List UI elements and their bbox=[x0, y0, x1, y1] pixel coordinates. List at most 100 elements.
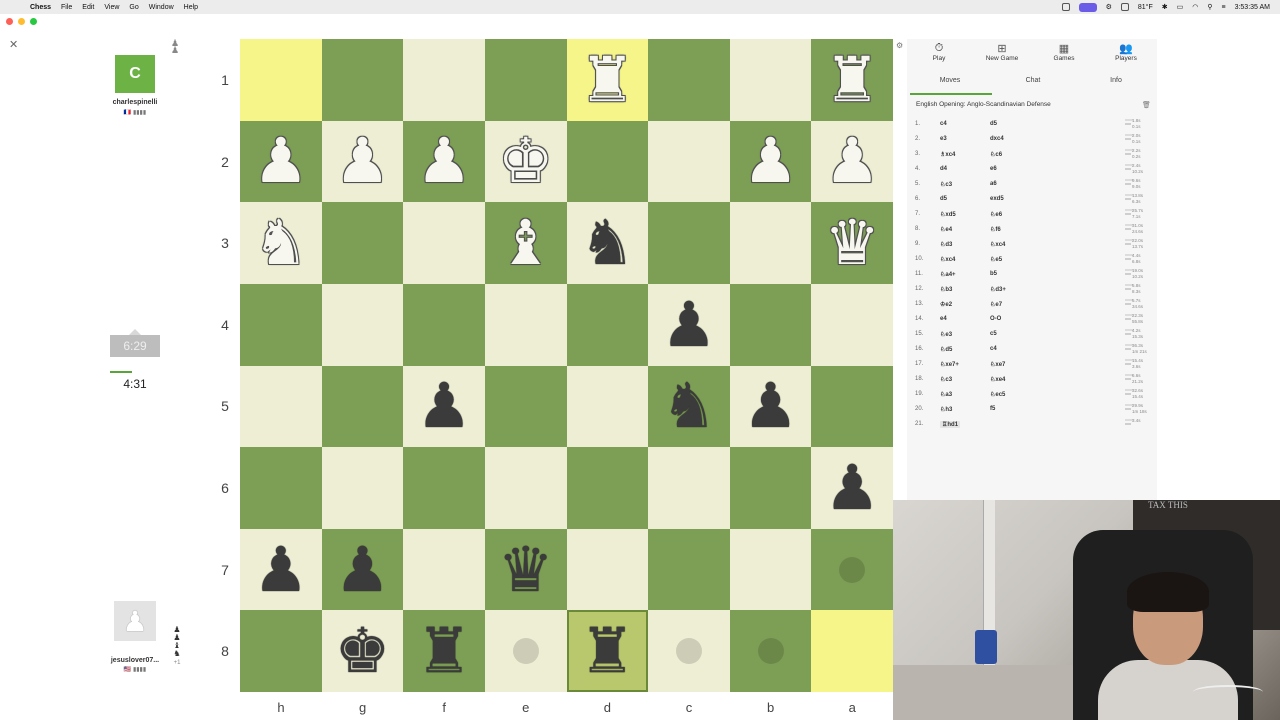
menu-file[interactable]: File bbox=[61, 4, 72, 11]
white-move[interactable]: ♘h3 bbox=[940, 406, 952, 413]
window-minimize-button[interactable] bbox=[18, 18, 25, 25]
board-square[interactable] bbox=[240, 39, 322, 121]
move-row[interactable]: 10. ♘xc4 ♘e5 4.4s 6.8s bbox=[910, 253, 1150, 268]
window-icon[interactable] bbox=[1120, 3, 1129, 11]
board-square[interactable] bbox=[811, 610, 893, 692]
black-move[interactable]: ♘xc4 bbox=[990, 241, 1005, 248]
board-square[interactable] bbox=[648, 447, 730, 529]
tab-info[interactable]: Info bbox=[1076, 77, 1156, 84]
board-square[interactable]: ♟ bbox=[811, 120, 893, 203]
white-move[interactable]: d4 bbox=[940, 166, 947, 172]
chess-piece[interactable]: ♟ bbox=[743, 375, 799, 437]
board-square[interactable] bbox=[811, 365, 893, 448]
chess-piece[interactable]: ♜ bbox=[580, 48, 636, 111]
board-square[interactable] bbox=[648, 39, 730, 121]
board-square[interactable] bbox=[403, 447, 485, 529]
move-row[interactable]: 9. ♘d3 ♘xc4 22.0s 13.7s bbox=[910, 238, 1150, 253]
white-move[interactable]: c4 bbox=[940, 121, 947, 127]
menu-window[interactable]: Window bbox=[149, 4, 174, 11]
chess-piece[interactable]: ♜ bbox=[416, 620, 472, 682]
status-icon[interactable] bbox=[1061, 3, 1070, 11]
board-square[interactable] bbox=[566, 447, 649, 529]
menu-help[interactable]: Help bbox=[184, 4, 198, 11]
white-move[interactable]: ♘d5 bbox=[940, 346, 952, 353]
board-square[interactable]: ♟ bbox=[403, 120, 485, 203]
move-row[interactable]: 20. ♘h3 f5 29.9s 1m 18s bbox=[910, 403, 1150, 418]
chess-piece[interactable]: ♟ bbox=[335, 538, 391, 601]
nav-new-game[interactable]: ⊞ New Game bbox=[972, 42, 1032, 62]
board-square[interactable] bbox=[403, 39, 485, 121]
black-move[interactable]: ♘xe7 bbox=[990, 361, 1005, 368]
white-move[interactable]: d5 bbox=[940, 196, 947, 202]
search-icon[interactable]: ⚲ bbox=[1207, 3, 1212, 11]
board-square[interactable]: ♞ bbox=[240, 202, 322, 284]
move-row[interactable]: 7. ♘xd5 ♘e6 25.7s 7.1s bbox=[910, 208, 1150, 223]
move-row[interactable]: 21. ♖hd1 3.4s bbox=[910, 418, 1150, 433]
chess-piece[interactable]: ♟ bbox=[743, 130, 799, 192]
move-row[interactable]: 3. ♗xc4 ♘c6 2.2s 0.2s bbox=[910, 148, 1150, 163]
move-row[interactable]: 2. e3 dxc4 2.0s 0.1s bbox=[910, 133, 1150, 148]
legal-move-dot[interactable] bbox=[757, 638, 784, 665]
board-square[interactable] bbox=[321, 447, 404, 529]
nav-play[interactable]: ⏱ Play bbox=[909, 42, 969, 62]
board-square[interactable] bbox=[403, 528, 485, 611]
board-square[interactable] bbox=[648, 610, 730, 692]
board-square[interactable]: ♜ bbox=[566, 39, 649, 121]
move-row[interactable]: 4. d4 e6 2.4s 10.2s bbox=[910, 163, 1150, 178]
board-square[interactable]: ♟ bbox=[811, 447, 893, 529]
close-icon[interactable]: ✕ bbox=[9, 38, 18, 51]
board-square[interactable]: ♟ bbox=[729, 365, 812, 448]
black-move[interactable]: d5 bbox=[990, 121, 997, 127]
white-move[interactable]: e3 bbox=[940, 136, 947, 142]
battery-icon[interactable]: ▭ bbox=[1177, 3, 1184, 11]
board-square[interactable] bbox=[566, 365, 649, 448]
window-close-button[interactable] bbox=[6, 18, 13, 25]
board-square[interactable] bbox=[648, 528, 730, 611]
board-square[interactable] bbox=[484, 610, 567, 692]
black-move[interactable]: ♘xe4 bbox=[990, 376, 1005, 383]
white-move[interactable]: ♘b3 bbox=[940, 286, 952, 293]
black-move[interactable]: dxc4 bbox=[990, 136, 1004, 142]
board-square[interactable]: ♟ bbox=[403, 365, 485, 448]
menu-go[interactable]: Go bbox=[129, 4, 138, 11]
top-player-avatar[interactable]: C bbox=[115, 55, 155, 93]
bluetooth-icon[interactable]: ✱ bbox=[1162, 3, 1168, 11]
move-row[interactable]: 13. ♔e2 ♘e7 5.7s 34.6s bbox=[910, 298, 1150, 313]
chess-piece[interactable]: ♝ bbox=[498, 212, 554, 274]
board-square[interactable] bbox=[729, 202, 812, 284]
board-square[interactable]: ♞ bbox=[566, 202, 649, 284]
board-square[interactable]: ♟ bbox=[648, 283, 730, 366]
board-square[interactable]: ♜ bbox=[403, 610, 485, 692]
board-square[interactable]: ♛ bbox=[811, 202, 893, 284]
board-square[interactable] bbox=[321, 202, 404, 284]
move-row[interactable]: 6. d5 exd5 13.8s 6.3s bbox=[910, 193, 1150, 208]
chess-piece[interactable]: ♚ bbox=[335, 620, 391, 682]
menu-app-name[interactable]: Chess bbox=[30, 4, 51, 11]
legal-move-dot[interactable] bbox=[839, 556, 866, 583]
move-row[interactable]: 15. ♘e3 c5 4.2s 15.3s bbox=[910, 328, 1150, 343]
move-row[interactable]: 18. ♘c3 ♘xe4 6.6s 21.2s bbox=[910, 373, 1150, 388]
board-square[interactable] bbox=[403, 283, 485, 366]
board-square[interactable]: ♛ bbox=[484, 528, 567, 611]
board-square[interactable] bbox=[240, 447, 322, 529]
board-square[interactable] bbox=[484, 447, 567, 529]
black-move[interactable]: exd5 bbox=[990, 196, 1004, 202]
board-square[interactable]: ♟ bbox=[729, 120, 812, 203]
board-square[interactable] bbox=[403, 202, 485, 284]
board-square[interactable] bbox=[321, 283, 404, 366]
black-move[interactable]: e6 bbox=[990, 166, 997, 172]
board-square[interactable] bbox=[484, 283, 567, 366]
white-move[interactable]: ♗xc4 bbox=[940, 151, 955, 158]
control-center-icon[interactable]: ≡ bbox=[1221, 4, 1225, 11]
chess-piece[interactable]: ♟ bbox=[335, 130, 391, 192]
wifi-icon[interactable]: ◠ bbox=[1192, 3, 1198, 11]
chess-piece[interactable]: ♟ bbox=[253, 538, 309, 601]
white-move[interactable]: ♘xe7+ bbox=[940, 361, 959, 368]
black-move[interactable]: ♘d3+ bbox=[990, 286, 1006, 293]
white-move[interactable]: ♔e2 bbox=[940, 301, 952, 308]
black-move[interactable]: b5 bbox=[990, 271, 997, 277]
black-move[interactable]: ♘ec5 bbox=[990, 391, 1005, 398]
gear-status-icon[interactable]: ⚙ bbox=[1106, 3, 1112, 11]
white-move[interactable]: e4 bbox=[940, 316, 947, 322]
chess-piece[interactable]: ♛ bbox=[824, 212, 880, 274]
